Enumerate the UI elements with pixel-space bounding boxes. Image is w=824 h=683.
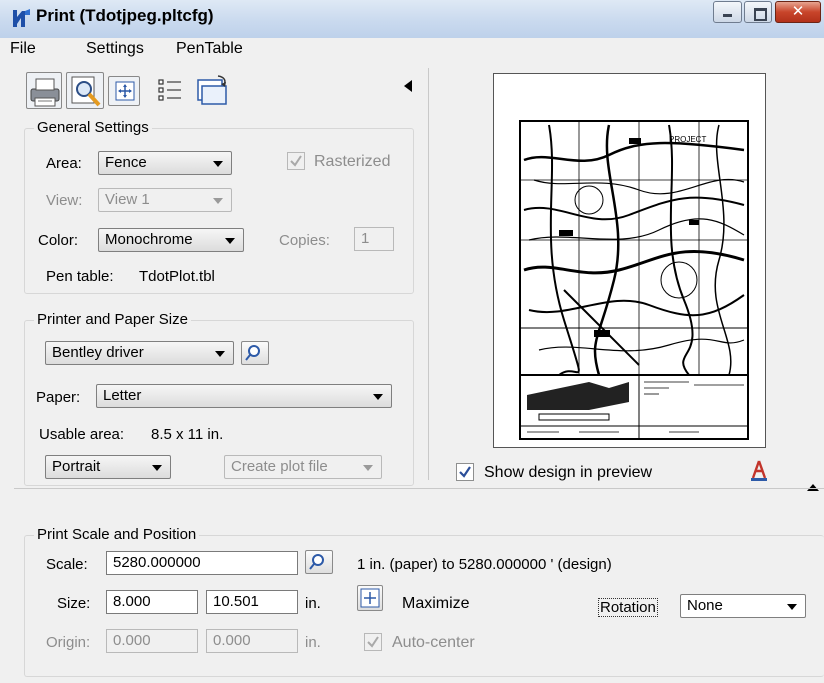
- origin-x-field[interactable]: 0.000: [106, 629, 198, 653]
- view-select[interactable]: View 1: [98, 188, 232, 212]
- vertical-splitter[interactable]: [428, 68, 429, 480]
- paper-label: Paper:: [36, 389, 81, 406]
- show-design-label: Show design in preview: [484, 464, 653, 481]
- preview-button[interactable]: [66, 72, 104, 109]
- printer-browse-button[interactable]: [241, 341, 269, 365]
- horizontal-splitter[interactable]: [14, 488, 824, 489]
- rotation-label: Rotation: [598, 598, 658, 617]
- fit-icon: [360, 588, 380, 608]
- view-label: View:: [46, 192, 83, 209]
- close-icon: ✕: [791, 3, 805, 20]
- copies-label: Copies:: [279, 232, 330, 249]
- view-value: View 1: [105, 191, 150, 208]
- preview-map-image: PROJECT: [519, 120, 749, 440]
- menu-bar: File Settings PenTable: [0, 38, 824, 62]
- chevron-down-icon: [213, 161, 223, 167]
- list-icon: [158, 79, 181, 101]
- paper-select[interactable]: Letter: [96, 384, 392, 408]
- chevron-down-icon: [373, 394, 383, 400]
- chevron-down-icon: [213, 198, 223, 204]
- copies-field[interactable]: 1: [354, 227, 394, 251]
- menu-pentable-label: PenTable: [176, 40, 243, 57]
- menu-pentable[interactable]: PenTable: [176, 40, 243, 58]
- area-select[interactable]: Fence: [98, 151, 232, 175]
- rotation-value: None: [687, 597, 723, 614]
- print-button[interactable]: [26, 72, 62, 109]
- color-value: Monochrome: [105, 231, 193, 248]
- size-label: Size:: [57, 595, 91, 612]
- fit-button[interactable]: [108, 76, 140, 106]
- menu-settings-label: Settings: [86, 40, 144, 57]
- maximize-button[interactable]: [744, 1, 772, 23]
- color-select[interactable]: Monochrome: [98, 228, 244, 252]
- pentable-value: TdotPlot.tbl: [139, 268, 215, 285]
- scale-browse-button[interactable]: [305, 550, 333, 574]
- output-value: Create plot file: [231, 458, 328, 475]
- menu-file-label: File: [10, 40, 36, 57]
- chevron-down-icon: [152, 465, 162, 471]
- collapse-left-icon[interactable]: [404, 80, 412, 92]
- pentable-label: Pen table:: [46, 268, 114, 285]
- origin-y-field[interactable]: 0.000: [206, 629, 298, 653]
- scale-position-title: Print Scale and Position: [34, 526, 200, 543]
- rasterized-label: Rasterized: [314, 153, 391, 170]
- auto-center-checkbox[interactable]: [364, 633, 382, 651]
- printer-driver-value: Bentley driver: [52, 344, 144, 361]
- title-bar[interactable]: Print (Tdotjpeg.pltcfg) ✕: [0, 0, 824, 40]
- print-dialog: Print (Tdotjpeg.pltcfg) ✕ File Settings …: [0, 0, 824, 683]
- fit-icon: [115, 81, 135, 101]
- preview-settings-button[interactable]: [746, 458, 772, 482]
- scale-description: 1 in. (paper) to 5280.000000 ' (design): [357, 556, 612, 573]
- output-select[interactable]: Create plot file: [224, 455, 382, 479]
- chevron-down-icon: [363, 465, 373, 471]
- orientation-value: Portrait: [52, 458, 101, 475]
- check-icon: [290, 155, 302, 167]
- chevron-down-icon: [215, 351, 225, 357]
- color-label: Color:: [38, 232, 79, 249]
- check-icon: [367, 636, 379, 648]
- rasterized-checkbox[interactable]: [287, 152, 305, 170]
- sheet-layout-button[interactable]: [194, 72, 230, 109]
- general-settings-title: General Settings: [34, 119, 152, 136]
- printer-paper-title: Printer and Paper Size: [34, 311, 191, 328]
- size-height-field[interactable]: 10.501: [206, 590, 298, 614]
- area-value: Fence: [105, 154, 147, 171]
- magnify-icon: [245, 345, 260, 361]
- chevron-down-icon: [225, 238, 235, 244]
- size-width-field[interactable]: 8.000: [106, 590, 198, 614]
- close-button[interactable]: ✕: [775, 1, 821, 23]
- printer-icon: [30, 78, 60, 107]
- rotation-select[interactable]: None: [680, 594, 806, 618]
- scale-field[interactable]: 5280.000000: [106, 551, 298, 575]
- maximize-label: Maximize: [402, 595, 470, 612]
- menu-file[interactable]: File: [10, 40, 36, 58]
- usable-area-value: 8.5 x 11 in.: [151, 426, 224, 443]
- maximize-scale-button[interactable]: [357, 585, 383, 611]
- origin-unit: in.: [305, 634, 321, 651]
- auto-center-label: Auto-center: [392, 634, 475, 651]
- orientation-select[interactable]: Portrait: [45, 455, 171, 479]
- rotate-sheet-icon: [197, 75, 227, 105]
- preview-magnify-icon: [71, 76, 101, 107]
- map-project-label: PROJECT: [669, 135, 706, 144]
- show-design-checkbox[interactable]: [456, 463, 474, 481]
- usable-area-label: Usable area:: [39, 426, 125, 443]
- pen-preview-icon: [751, 460, 767, 481]
- window-title: Print (Tdotjpeg.pltcfg): [36, 6, 214, 25]
- printer-driver-select[interactable]: Bentley driver: [45, 341, 234, 365]
- area-label: Area:: [46, 155, 82, 172]
- menu-settings[interactable]: Settings: [86, 40, 144, 58]
- size-unit: in.: [305, 595, 321, 612]
- area-label-text: Area:: [46, 155, 82, 172]
- app-icon: [13, 9, 30, 27]
- check-icon: [459, 466, 471, 478]
- chevron-down-icon: [787, 604, 797, 610]
- minimize-button[interactable]: [713, 1, 742, 23]
- magnify-icon: [309, 554, 324, 570]
- origin-label: Origin:: [46, 634, 91, 651]
- scale-label: Scale:: [46, 556, 88, 573]
- list-button[interactable]: [155, 72, 187, 109]
- paper-value: Letter: [103, 387, 142, 404]
